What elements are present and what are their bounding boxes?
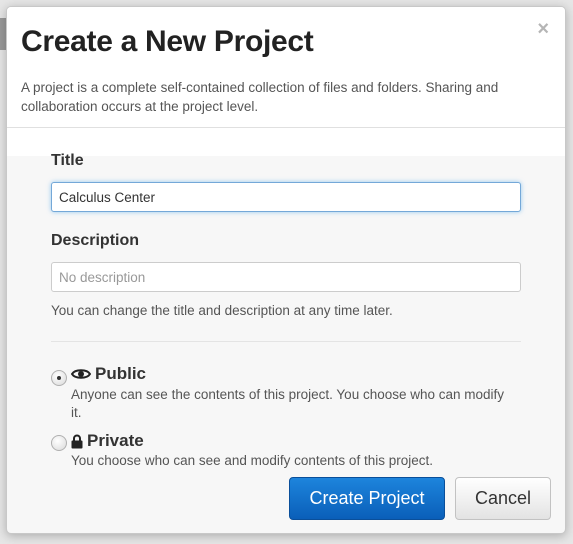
description-input[interactable] xyxy=(51,262,521,292)
help-text: You can change the title and description… xyxy=(51,303,393,318)
close-button[interactable]: × xyxy=(537,19,549,39)
dialog-header: Create a New Project × A project is a co… xyxy=(7,7,565,128)
dialog-body: Title Description You can change the tit… xyxy=(7,128,565,533)
eye-icon xyxy=(71,369,91,379)
cancel-button[interactable]: Cancel xyxy=(455,477,551,520)
description-label: Description xyxy=(51,232,140,249)
create-project-dialog: Create a New Project × A project is a co… xyxy=(6,6,566,534)
public-label: Public xyxy=(95,364,147,383)
private-label: Private xyxy=(87,431,144,450)
dialog-title: Create a New Project xyxy=(21,25,314,58)
divider xyxy=(51,341,521,342)
title-input[interactable] xyxy=(51,182,521,212)
public-description: Anyone can see the contents of this proj… xyxy=(71,387,505,420)
title-label: Title xyxy=(51,152,84,169)
lock-icon xyxy=(71,434,83,448)
private-option-title[interactable]: Private xyxy=(71,431,144,451)
body-top-band xyxy=(7,128,565,156)
create-project-button[interactable]: Create Project xyxy=(289,477,445,520)
public-option-title[interactable]: Public xyxy=(71,364,146,384)
private-radio[interactable] xyxy=(51,435,67,451)
dialog-description: A project is a complete self-contained c… xyxy=(21,80,499,114)
private-description: You choose who can see and modify conten… xyxy=(71,453,433,468)
public-radio[interactable] xyxy=(51,370,67,386)
